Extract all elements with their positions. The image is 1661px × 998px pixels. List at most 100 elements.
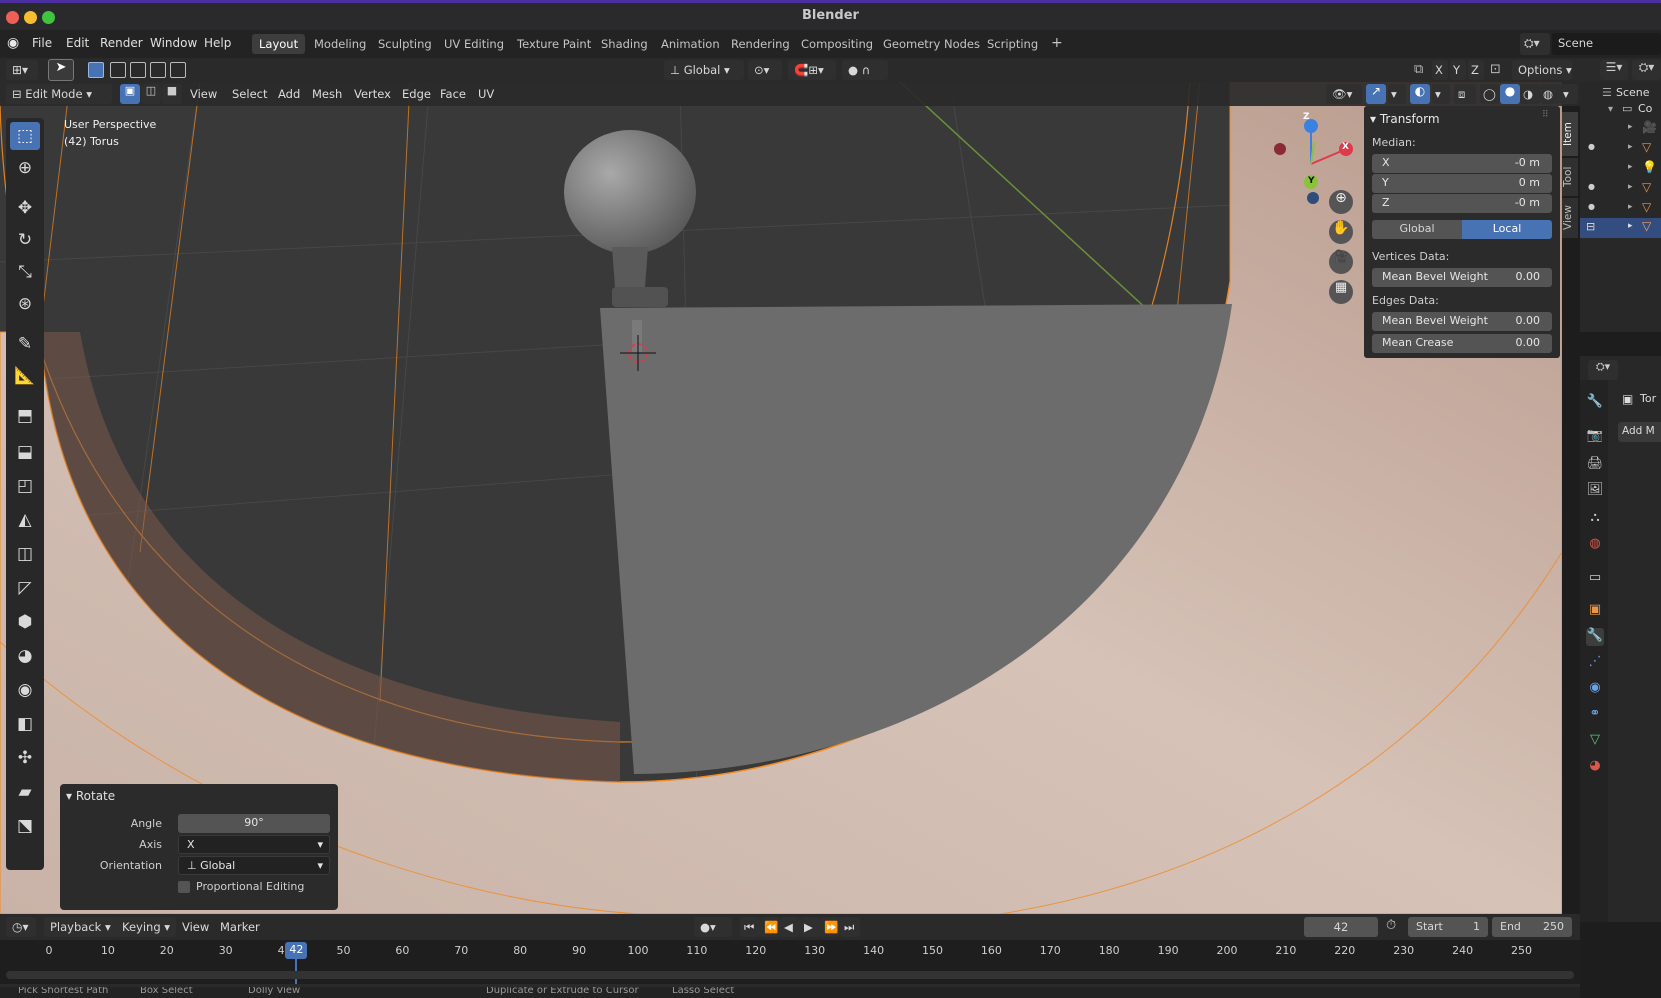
face-select-icon[interactable]: ■ bbox=[162, 84, 182, 104]
blender-logo-icon[interactable]: ◉ bbox=[7, 35, 19, 51]
select-new-icon[interactable] bbox=[88, 62, 104, 78]
rip-region-tool-icon[interactable]: ⬔ bbox=[10, 812, 40, 840]
play-icon[interactable]: ▶ bbox=[800, 917, 820, 937]
edge-slide-tool-icon[interactable]: ◧ bbox=[10, 710, 40, 738]
sphere-object[interactable] bbox=[564, 130, 696, 254]
bevel-tool-icon[interactable]: ◭ bbox=[10, 506, 40, 534]
sidebar-tab-tool[interactable]: Tool bbox=[1562, 158, 1578, 196]
visibility-dot-icon[interactable]: ● bbox=[1588, 182, 1595, 191]
view-layer-icon[interactable]: 🖼 bbox=[1586, 482, 1604, 500]
global-toggle[interactable]: Global bbox=[1372, 220, 1462, 239]
material-properties-icon[interactable]: ◕ bbox=[1586, 758, 1604, 776]
current-frame-field[interactable]: 42 bbox=[1304, 917, 1378, 937]
editor-type-icon[interactable]: ⊞▾ bbox=[6, 60, 38, 80]
row-expand-icon[interactable]: ▸ bbox=[1628, 182, 1633, 192]
add-modifier-button[interactable]: Add M bbox=[1618, 422, 1661, 442]
menu-render[interactable]: Render bbox=[100, 36, 143, 50]
rotate-tool-icon[interactable]: ↻ bbox=[10, 226, 40, 254]
constraints-properties-icon[interactable]: ⚭ bbox=[1586, 706, 1604, 724]
outliner-editor-icon[interactable]: ☰▾ bbox=[1600, 60, 1628, 80]
tab-scripting[interactable]: Scripting bbox=[980, 34, 1045, 54]
render-properties-icon[interactable]: 📷 bbox=[1586, 428, 1604, 446]
options-dropdown[interactable]: Options ▾ bbox=[1512, 60, 1572, 80]
row-expand-icon[interactable]: ▸ bbox=[1628, 221, 1633, 231]
local-toggle[interactable]: Local bbox=[1462, 220, 1552, 239]
drag-handle-icon[interactable]: ⠿ bbox=[1542, 110, 1549, 120]
collection-chevron-icon[interactable]: ▾ bbox=[1608, 104, 1613, 115]
rendered-shading-icon[interactable]: ◍ bbox=[1540, 84, 1560, 104]
orientation-dropdown[interactable]: ⊥ Global ▾ bbox=[664, 60, 744, 80]
pan-hand-icon[interactable]: ✋ bbox=[1329, 220, 1353, 244]
gizmo-menu-icon[interactable]: ▾ bbox=[1388, 84, 1406, 104]
row-expand-icon[interactable]: ▸ bbox=[1628, 162, 1633, 172]
menu-edge[interactable]: Edge bbox=[402, 87, 431, 101]
angle-field[interactable]: 90° bbox=[178, 814, 330, 833]
loop-cut-tool-icon[interactable]: ◫ bbox=[10, 540, 40, 568]
tab-geometry-nodes[interactable]: Geometry Nodes bbox=[876, 34, 987, 54]
tab-uv-editing[interactable]: UV Editing bbox=[437, 34, 511, 54]
outliner-selected-row[interactable]: ⊟ ▸ ▽ bbox=[1580, 218, 1661, 238]
knife-tool-icon[interactable]: ◸ bbox=[10, 574, 40, 602]
proportional-checkbox[interactable] bbox=[178, 881, 190, 893]
row-expand-icon[interactable]: ▸ bbox=[1628, 122, 1633, 132]
scene-properties-icon[interactable]: ⛬ bbox=[1586, 510, 1604, 528]
perspective-toggle-icon[interactable]: ▦ bbox=[1329, 280, 1353, 304]
mode-dropdown[interactable]: ⊟ Edit Mode ▾ bbox=[6, 84, 112, 104]
visibility-icon[interactable]: 👁▾ bbox=[1326, 84, 1362, 104]
menu-window[interactable]: Window bbox=[150, 36, 197, 50]
tab-compositing[interactable]: Compositing bbox=[794, 34, 880, 54]
output-properties-icon[interactable]: 🖨 bbox=[1586, 456, 1604, 474]
poly-build-tool-icon[interactable]: ⬢ bbox=[10, 608, 40, 636]
menu-vertex[interactable]: Vertex bbox=[354, 87, 391, 101]
select-box-tool-icon[interactable]: ⬚ bbox=[10, 122, 40, 150]
visibility-dot-icon[interactable]: ● bbox=[1588, 202, 1595, 211]
menu-face[interactable]: Face bbox=[440, 87, 466, 101]
timeline-view-menu[interactable]: View bbox=[182, 920, 209, 934]
scale-tool-icon[interactable]: ⤡ bbox=[10, 258, 40, 286]
gizmo-neg-x-icon[interactable] bbox=[1274, 143, 1286, 155]
shear-tool-icon[interactable]: ▰ bbox=[10, 778, 40, 806]
scene-field[interactable]: Scene bbox=[1552, 33, 1661, 55]
timeline-editor-icon[interactable]: ◷▾ bbox=[6, 917, 36, 937]
transform-header[interactable]: ▾ Transform bbox=[1370, 112, 1440, 126]
median-y-field[interactable]: Y 0 m bbox=[1372, 174, 1552, 193]
object-properties-icon[interactable]: ▣ bbox=[1586, 602, 1604, 620]
smooth-tool-icon[interactable]: ◉ bbox=[10, 676, 40, 704]
auto-keying-icon[interactable]: ●▾ bbox=[694, 917, 732, 937]
shrink-fatten-tool-icon[interactable]: ✣ bbox=[10, 744, 40, 772]
tab-sculpting[interactable]: Sculpting bbox=[371, 34, 439, 54]
tool-properties-icon[interactable]: 🔧 bbox=[1586, 394, 1604, 412]
axis-dropdown[interactable]: X ▾ bbox=[178, 835, 330, 854]
menu-edit[interactable]: Edit bbox=[66, 36, 89, 50]
mirror-y-toggle[interactable]: Y bbox=[1450, 60, 1466, 80]
camera-view-icon[interactable]: 🎥 bbox=[1329, 250, 1353, 274]
tab-texture-paint[interactable]: Texture Paint bbox=[510, 34, 598, 54]
sidebar-tab-item[interactable]: Item bbox=[1562, 112, 1578, 156]
select-intersect-icon[interactable] bbox=[170, 62, 186, 78]
mesh-object-icon[interactable]: ▽ bbox=[1642, 180, 1651, 194]
tab-animation[interactable]: Animation bbox=[654, 34, 727, 54]
vertex-bevel-weight-field[interactable]: Mean Bevel Weight 0.00 bbox=[1372, 268, 1552, 287]
light-object-icon[interactable]: 💡 bbox=[1642, 160, 1657, 174]
next-keyframe-icon[interactable]: ⏩ bbox=[820, 917, 840, 937]
mirror-icon[interactable]: ⧉ bbox=[1414, 62, 1423, 77]
mirror-x-toggle[interactable]: X bbox=[1432, 60, 1448, 80]
start-frame-field[interactable]: Start 1 bbox=[1408, 917, 1488, 937]
menu-uv[interactable]: UV bbox=[478, 87, 494, 101]
gizmo-neg-z-icon[interactable] bbox=[1307, 192, 1319, 204]
row-expand-icon[interactable]: ▸ bbox=[1628, 202, 1633, 212]
properties-editor-icon[interactable]: ⛭▾ bbox=[1588, 360, 1618, 380]
pivot-point-icon[interactable]: ⊙▾ bbox=[748, 60, 782, 80]
stopwatch-icon[interactable]: ⏱ bbox=[1386, 918, 1396, 933]
data-properties-icon[interactable]: ▽ bbox=[1586, 732, 1604, 750]
tab-rendering[interactable]: Rendering bbox=[724, 34, 797, 54]
menu-file[interactable]: File bbox=[32, 36, 52, 50]
prev-keyframe-icon[interactable]: ⏪ bbox=[760, 917, 780, 937]
shading-menu-icon[interactable]: ▾ bbox=[1560, 84, 1578, 104]
annotate-tool-icon[interactable]: ✎ bbox=[10, 330, 40, 358]
sidebar-tab-view[interactable]: View bbox=[1562, 198, 1578, 238]
mesh-object-icon[interactable]: ▽ bbox=[1642, 140, 1651, 154]
row-expand-icon[interactable]: ▸ bbox=[1628, 142, 1633, 152]
select-extend-icon[interactable] bbox=[110, 62, 126, 78]
select-invert-icon[interactable] bbox=[150, 62, 166, 78]
